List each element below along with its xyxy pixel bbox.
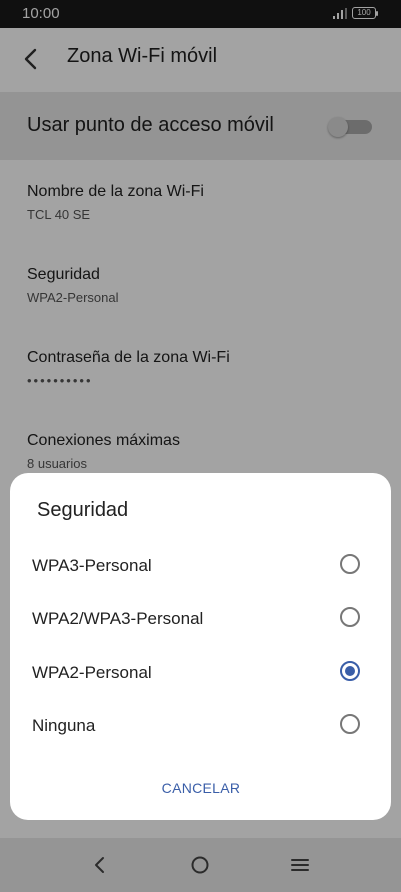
- radio-button-selected[interactable]: [340, 661, 360, 681]
- option-none[interactable]: Ninguna: [10, 701, 391, 749]
- option-wpa2-wpa3-personal[interactable]: WPA2/WPA3-Personal: [10, 594, 391, 642]
- dialog-title: Seguridad: [37, 499, 129, 521]
- option-label: Ninguna: [32, 716, 96, 735]
- cancel-button[interactable]: CANCELAR: [151, 773, 251, 803]
- option-label: WPA2-Personal: [32, 663, 152, 682]
- radio-button[interactable]: [340, 554, 360, 574]
- option-label: WPA3-Personal: [32, 556, 152, 575]
- option-label: WPA2/WPA3-Personal: [32, 609, 204, 628]
- option-wpa3-personal[interactable]: WPA3-Personal: [10, 541, 391, 589]
- radio-button[interactable]: [340, 714, 360, 734]
- security-dialog: Seguridad WPA3-Personal WPA2/WPA3-Person…: [10, 473, 391, 820]
- radio-button[interactable]: [340, 607, 360, 627]
- option-wpa2-personal[interactable]: WPA2-Personal: [10, 648, 391, 696]
